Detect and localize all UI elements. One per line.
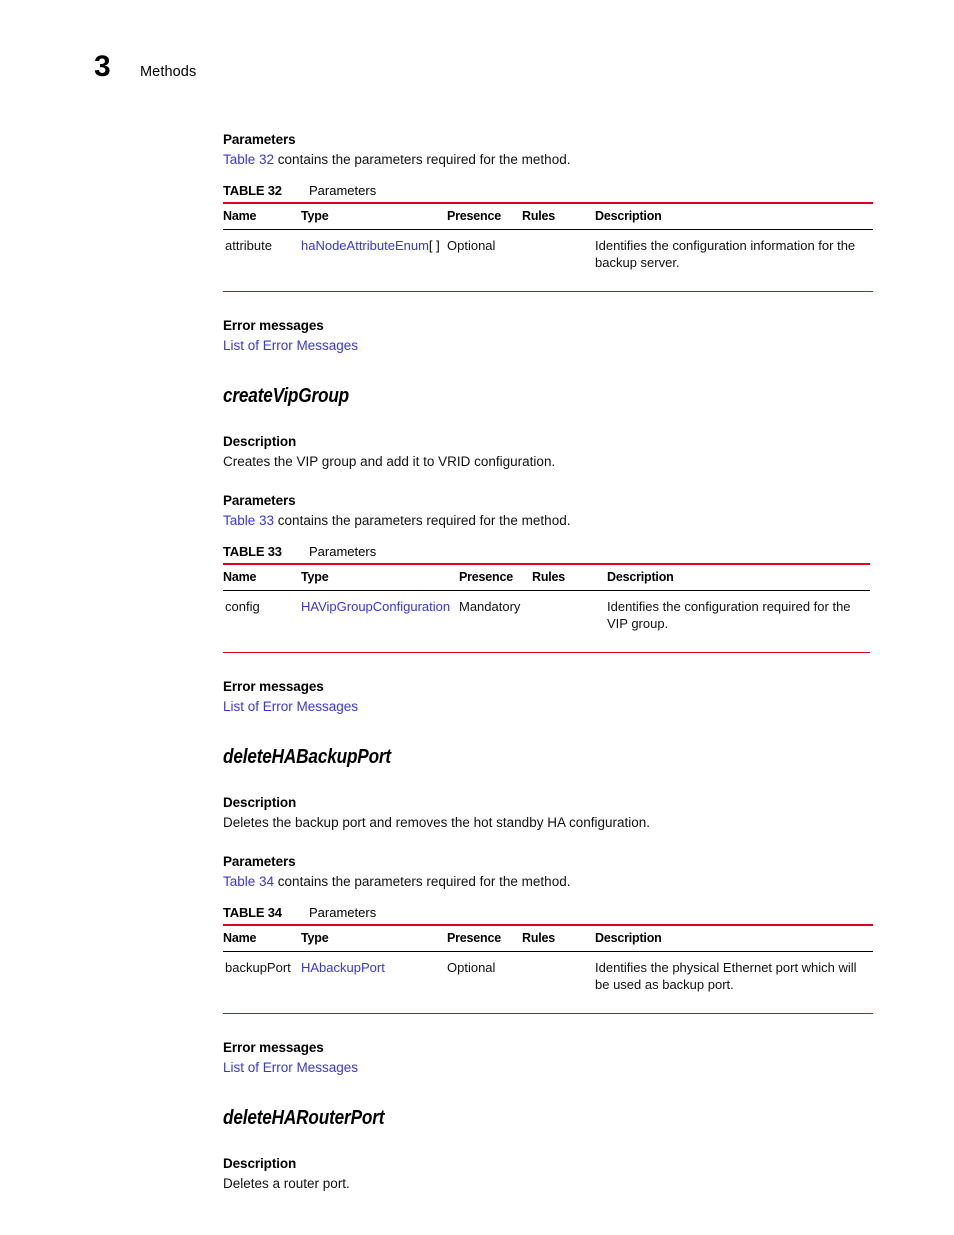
table-32-title: Parameters <box>309 183 377 198</box>
parameters-heading: Parameters <box>223 132 296 147</box>
cell-rules <box>532 590 607 653</box>
column-header-type: Type <box>301 563 459 591</box>
column-header-rules: Rules <box>532 563 607 591</box>
type-suffix: [ ] <box>428 238 440 253</box>
error-messages-heading: Error messages <box>223 1040 324 1055</box>
cell-presence: Mandatory <box>459 590 532 653</box>
table-row: backupPort HAbackupPort Optional Identif… <box>223 951 873 1014</box>
parameters-heading: Parameters <box>223 854 296 869</box>
section-parameters-table-32: Parameters Table 32 contains the paramet… <box>223 132 883 355</box>
error-messages-heading: Error messages <box>223 679 324 694</box>
section-deleteharouterport: deleteHARouterPort Description Deletes a… <box>223 1107 883 1193</box>
cell-rules <box>522 229 595 292</box>
error-messages-link-line: List of Error Messages <box>223 697 883 716</box>
table-34-title: Parameters <box>309 905 377 920</box>
parameters-table-33: Name Type Presence Rules Description con… <box>223 563 870 653</box>
type-link[interactable]: haNodeAttributeEnum <box>301 238 429 253</box>
column-header-presence: Presence <box>459 563 532 591</box>
cell-description: Identifies the configuration required fo… <box>607 590 870 653</box>
description-text: Deletes the backup port and removes the … <box>223 815 651 830</box>
chapter-title: Methods <box>140 64 197 80</box>
table-34-xref[interactable]: Table 34 <box>223 874 274 889</box>
list-of-error-messages-link[interactable]: List of Error Messages <box>223 338 358 353</box>
table-32-xref[interactable]: Table 32 <box>223 152 274 167</box>
column-header-description: Description <box>595 202 873 230</box>
column-header-presence: Presence <box>447 924 522 952</box>
table-32-label: TABLE 32 <box>223 183 282 198</box>
column-header-name: Name <box>223 563 301 591</box>
description-text: Deletes a router port. <box>223 1176 350 1191</box>
method-heading-deletehabackupport: deleteHABackupPort <box>223 746 391 768</box>
column-header-description: Description <box>607 563 870 591</box>
cell-type: haNodeAttributeEnum[ ] <box>301 229 447 292</box>
column-header-name: Name <box>223 202 301 230</box>
table-33-title: Parameters <box>309 544 377 559</box>
running-header: 3 Methods <box>94 52 196 82</box>
type-link[interactable]: HAVipGroupConfiguration <box>301 599 450 614</box>
table-32-caption: TABLE 32 Parameters <box>223 183 883 198</box>
column-header-presence: Presence <box>447 202 522 230</box>
column-header-type: Type <box>301 202 447 230</box>
cell-type: HAbackupPort <box>301 951 447 1014</box>
type-link[interactable]: HAbackupPort <box>301 960 385 975</box>
parameters-intro-rest: contains the parameters required for the… <box>274 513 571 528</box>
section-createvipgroup: createVipGroup Description Creates the V… <box>223 385 883 716</box>
cell-presence: Optional <box>447 951 522 1014</box>
cell-description: Identifies the physical Ethernet port wh… <box>595 951 873 1014</box>
column-header-name: Name <box>223 924 301 952</box>
table-34-caption: TABLE 34 Parameters <box>223 905 883 920</box>
cell-name: backupPort <box>223 951 301 1014</box>
table-header-row: Name Type Presence Rules Description <box>223 924 873 952</box>
column-header-type: Type <box>301 924 447 952</box>
description-text: Creates the VIP group and add it to VRID… <box>223 454 556 469</box>
method-heading-createvipgroup: createVipGroup <box>223 385 349 407</box>
chapter-number: 3 <box>94 50 111 83</box>
error-messages-link-line: List of Error Messages <box>223 336 883 355</box>
parameters-intro: Table 33 contains the parameters require… <box>223 511 883 530</box>
column-header-rules: Rules <box>522 924 595 952</box>
parameters-heading: Parameters <box>223 493 296 508</box>
table-header-row: Name Type Presence Rules Description <box>223 202 873 230</box>
table-header-row: Name Type Presence Rules Description <box>223 563 870 591</box>
cell-description: Identifies the configuration information… <box>595 229 873 292</box>
description-heading: Description <box>223 1156 297 1171</box>
section-deletehabackupport: deleteHABackupPort Description Deletes t… <box>223 746 883 1077</box>
table-row: config HAVipGroupConfiguration Mandatory… <box>223 590 870 653</box>
parameters-intro-rest: contains the parameters required for the… <box>274 874 571 889</box>
parameters-table-32: Name Type Presence Rules Description att… <box>223 202 873 292</box>
parameters-intro-rest: contains the parameters required for the… <box>274 152 571 167</box>
cell-name: attribute <box>223 229 301 292</box>
cell-rules <box>522 951 595 1014</box>
table-row: attribute haNodeAttributeEnum[ ] Optiona… <box>223 229 873 292</box>
table-33-caption: TABLE 33 Parameters <box>223 544 883 559</box>
cell-presence: Optional <box>447 229 522 292</box>
table-33-xref[interactable]: Table 33 <box>223 513 274 528</box>
table-34-label: TABLE 34 <box>223 905 282 920</box>
error-messages-heading: Error messages <box>223 318 324 333</box>
column-header-description: Description <box>595 924 873 952</box>
method-heading-deleteharouterport: deleteHARouterPort <box>223 1107 385 1129</box>
cell-name: config <box>223 590 301 653</box>
page-content: Parameters Table 32 contains the paramet… <box>223 132 883 1193</box>
list-of-error-messages-link[interactable]: List of Error Messages <box>223 1060 358 1075</box>
description-heading: Description <box>223 795 297 810</box>
parameters-intro: Table 34 contains the parameters require… <box>223 872 883 891</box>
description-heading: Description <box>223 434 297 449</box>
cell-type: HAVipGroupConfiguration <box>301 590 459 653</box>
column-header-rules: Rules <box>522 202 595 230</box>
error-messages-link-line: List of Error Messages <box>223 1058 883 1077</box>
table-33-label: TABLE 33 <box>223 544 282 559</box>
parameters-table-34: Name Type Presence Rules Description bac… <box>223 924 873 1014</box>
parameters-intro: Table 32 contains the parameters require… <box>223 150 883 169</box>
list-of-error-messages-link[interactable]: List of Error Messages <box>223 699 358 714</box>
